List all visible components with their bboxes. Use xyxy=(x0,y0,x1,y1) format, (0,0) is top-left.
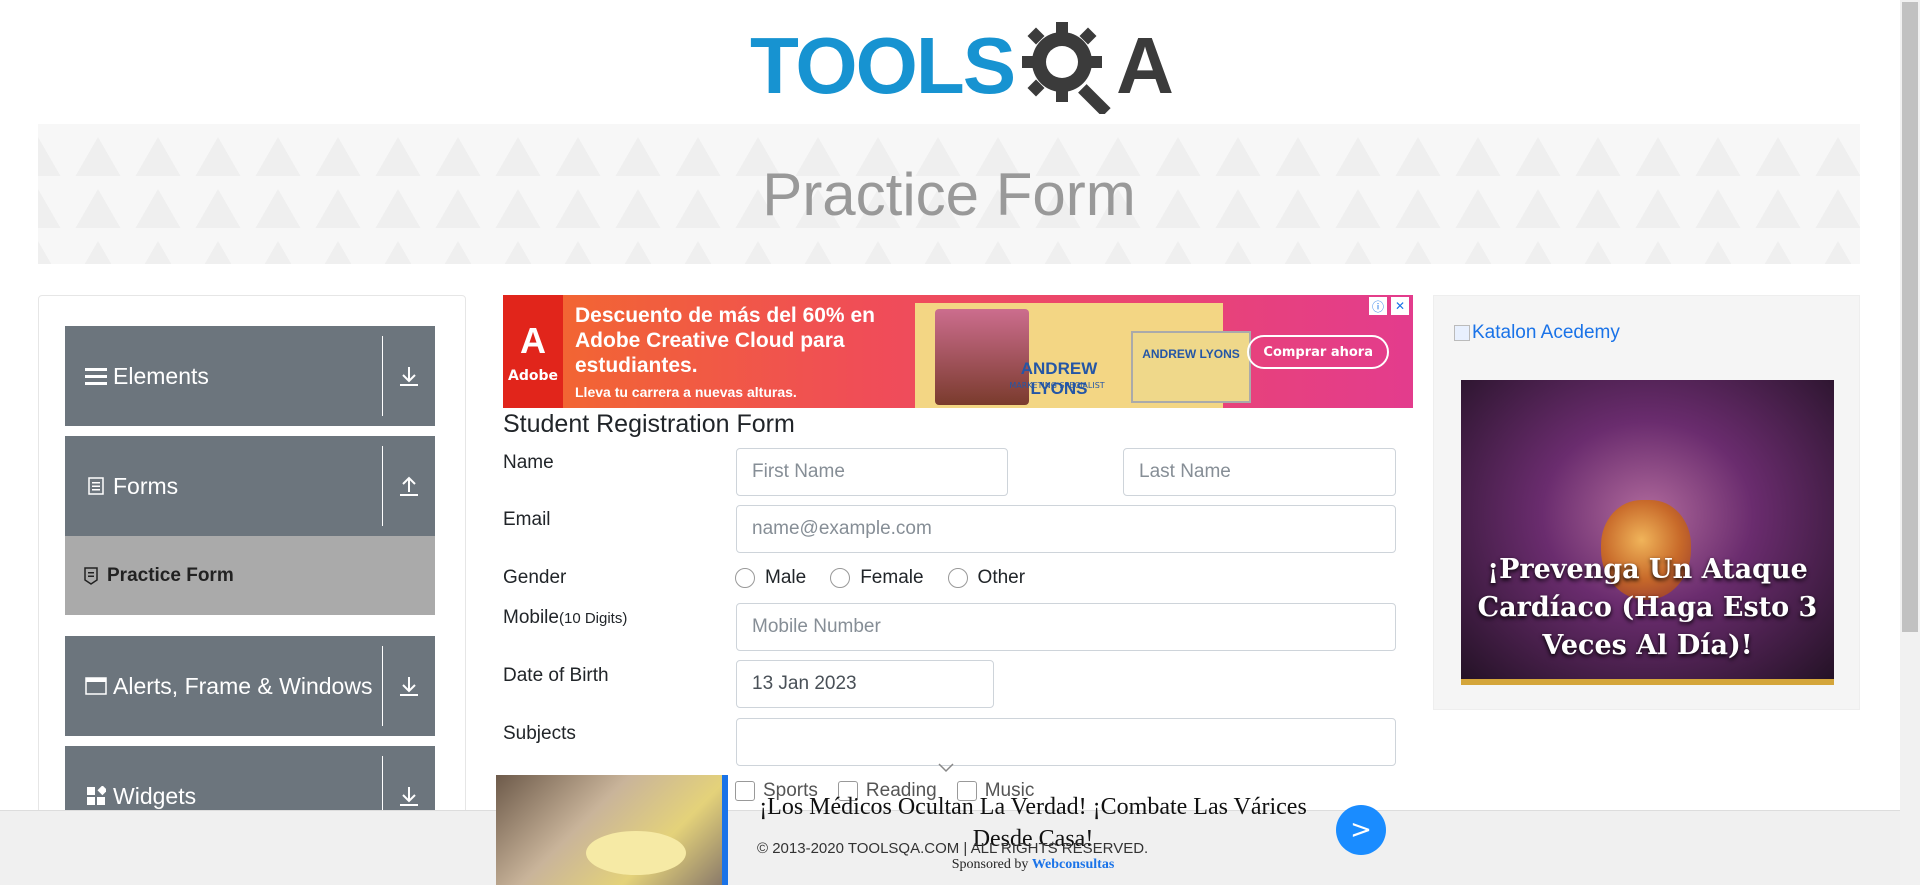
ad-person-name: ANDREW LYONS xyxy=(1020,359,1098,398)
footer-copyright: © 2013-2020 TOOLSQA.COM | ALL RIGHTS RES… xyxy=(757,840,1149,857)
sponsored-by: Sponsored by Webconsultas xyxy=(728,857,1338,873)
logo-text-end: A xyxy=(1116,21,1174,110)
email-label: Email xyxy=(503,509,551,530)
sidebar-group-label: Forms xyxy=(113,472,179,499)
adobe-ad-banner[interactable]: A Adobe Descuento de más del 60% en Adob… xyxy=(503,295,1413,408)
ad-info-icon[interactable]: ⓘ xyxy=(1369,297,1387,315)
mobile-label-text: Mobile xyxy=(503,607,559,628)
next-arrow-button[interactable]: > xyxy=(1336,805,1386,855)
sidebar-group-alerts[interactable]: Alerts, Frame & Windows xyxy=(65,636,435,736)
upload-icon[interactable] xyxy=(393,466,425,506)
sponsor-prefix: Sponsored by xyxy=(951,857,1029,872)
gender-radio-group: Male Female Other xyxy=(735,567,1039,589)
toolsqa-logo[interactable]: TOOLS A xyxy=(750,18,1174,117)
ad-close-icon[interactable]: ✕ xyxy=(1391,297,1409,315)
form-title: Student Registration Form xyxy=(503,410,795,438)
ad-cta-button[interactable]: Comprar ahora xyxy=(1247,335,1389,369)
broken-image-icon xyxy=(1454,325,1470,341)
gear-icon xyxy=(1018,18,1114,117)
window-icon xyxy=(85,675,107,697)
ad-photo: ANDREW LYONS MARKETING SPECIALIST ANDREW… xyxy=(915,303,1251,408)
gender-male-radio[interactable]: Male xyxy=(735,567,806,589)
radio-button[interactable] xyxy=(735,568,755,588)
radio-label[interactable]: Female xyxy=(860,567,923,589)
ad-headline: Descuento de más del 60% en Adobe Creati… xyxy=(575,304,875,377)
adobe-brand: Adobe xyxy=(508,367,558,384)
sidebar-group-forms[interactable]: Forms xyxy=(65,436,435,536)
ad-photo xyxy=(496,775,722,885)
radio-label[interactable]: Male xyxy=(765,567,806,589)
mobile-hint: (10 Digits) xyxy=(558,610,628,627)
subjects-input[interactable] xyxy=(736,718,1396,766)
subjects-label: Subjects xyxy=(503,723,576,744)
katalon-academy-link[interactable]: Katalon Acedemy xyxy=(1454,322,1620,344)
adobe-logo: A Adobe xyxy=(503,295,563,408)
page-title: Practice Form xyxy=(762,160,1136,228)
sidebar-item-practice-form[interactable]: Practice Form xyxy=(65,536,435,615)
ad-photo-detail xyxy=(586,831,686,875)
sidebar: Elements Forms Practice Form Alerts, Fra… xyxy=(38,295,466,885)
ad-frame-name: ANDREW LYONS xyxy=(1142,347,1240,361)
scrollbar[interactable] xyxy=(1900,0,1920,885)
radio-button[interactable] xyxy=(830,568,851,588)
divider xyxy=(382,336,383,416)
gender-other-radio[interactable]: Other xyxy=(947,567,1026,589)
ad-design-frame: ANDREW LYONS xyxy=(1131,331,1251,403)
scrollbar-thumb[interactable] xyxy=(1902,2,1918,632)
ad-person-title: MARKETING SPECIALIST xyxy=(1009,381,1105,390)
download-icon[interactable] xyxy=(393,666,425,706)
email-input[interactable] xyxy=(736,505,1396,553)
mobile-label: Mobile(10 Digits) xyxy=(503,607,627,629)
name-label: Name xyxy=(503,452,554,473)
right-ad-panel: Katalon Acedemy ¡Prevenga Un Ataque Card… xyxy=(1433,295,1860,710)
sidebar-item-label: Practice Form xyxy=(107,564,234,586)
gender-female-radio[interactable]: Female xyxy=(830,567,924,589)
date-of-birth-input[interactable] xyxy=(736,660,994,708)
divider xyxy=(382,446,383,526)
last-name-input[interactable] xyxy=(1123,448,1396,496)
mobile-input[interactable] xyxy=(736,603,1396,651)
divider xyxy=(382,646,383,726)
dob-label: Date of Birth xyxy=(503,665,609,686)
sponsor-name[interactable]: Webconsultas xyxy=(1032,857,1114,872)
chevron-down-icon xyxy=(938,758,954,773)
menu-icon xyxy=(85,365,107,387)
sidebar-group-elements[interactable]: Elements xyxy=(65,326,435,426)
katalon-link-text[interactable]: Katalon Acedemy xyxy=(1472,322,1620,344)
first-name-input[interactable] xyxy=(736,448,1008,496)
logo-text: TOOLS xyxy=(750,21,1016,110)
ad-copy: Descuento de más del 60% en Adobe Creati… xyxy=(563,295,915,408)
gender-label: Gender xyxy=(503,567,567,588)
ad-controls: ⓘ ✕ xyxy=(1369,297,1409,315)
sidebar-group-label: Widgets xyxy=(113,782,197,809)
download-icon[interactable] xyxy=(393,356,425,396)
radio-button[interactable] xyxy=(947,568,968,588)
sidebar-group-label: Elements xyxy=(113,362,209,389)
adobe-logo-mark: A xyxy=(520,319,546,361)
sidebar-group-label: Alerts, Frame & Windows xyxy=(113,672,373,699)
page-banner: Practice Form xyxy=(38,124,1860,264)
bottom-sponsored-ad[interactable]: ¡Los Médicos Ocultan La Verdad! ¡Combate… xyxy=(496,775,1386,885)
radio-label[interactable]: Other xyxy=(978,567,1026,589)
heart-health-ad[interactable]: ¡Prevenga Un Ataque Cardíaco (Haga Esto … xyxy=(1461,380,1834,685)
widgets-icon xyxy=(85,785,107,807)
form-icon xyxy=(83,566,99,585)
page: TOOLS A Practice Form Elements Forms Pra… xyxy=(0,0,1920,885)
heart-ad-headline: ¡Prevenga Un Ataque Cardíaco (Haga Esto … xyxy=(1477,554,1818,661)
ad-subline: Lleva tu carrera a nuevas alturas. xyxy=(575,384,797,400)
document-icon xyxy=(85,475,107,497)
